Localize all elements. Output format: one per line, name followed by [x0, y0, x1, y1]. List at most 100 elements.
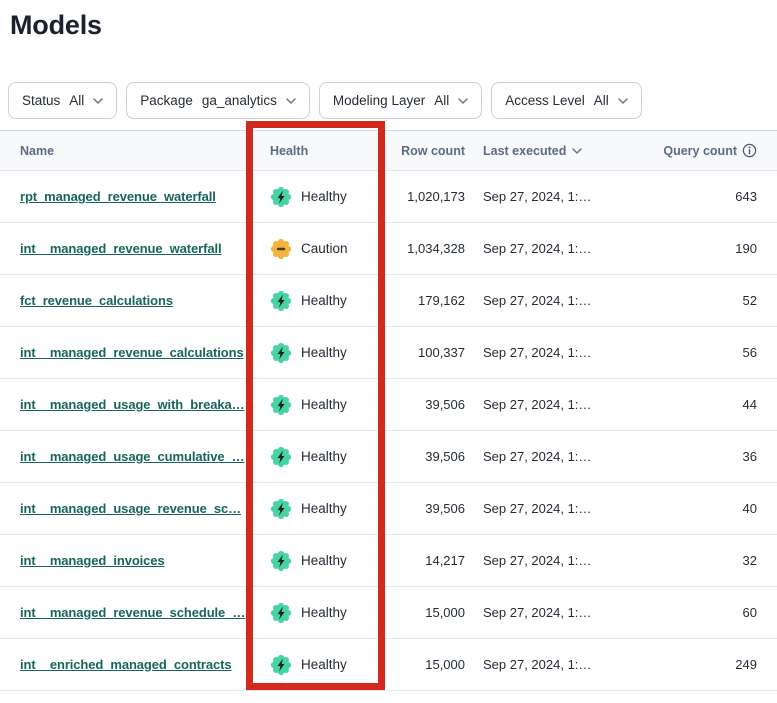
health-badge-icon — [270, 394, 292, 416]
health-label: Healthy — [301, 553, 347, 568]
chevron-down-icon — [618, 98, 628, 104]
query-count-cell: 190 — [640, 241, 777, 256]
health-badge-icon — [270, 446, 292, 468]
model-name-cell: int__managed_invoices — [0, 553, 247, 568]
table-row: int__managed_usage_cumulative_… Healthy … — [0, 431, 777, 483]
health-cell: Healthy — [247, 186, 385, 208]
model-name-cell: int__enriched_managed_contracts — [0, 657, 247, 672]
last-executed-cell: Sep 27, 2024, 1:… — [470, 397, 640, 412]
column-header-query-count-label: Query count — [663, 144, 737, 158]
last-executed-cell: Sep 27, 2024, 1:… — [470, 657, 640, 672]
column-header-last-executed-label: Last executed — [483, 144, 566, 158]
column-header-row-count: Row count — [385, 144, 470, 158]
filter-label: Modeling Layer — [333, 93, 425, 108]
health-cell: Healthy — [247, 290, 385, 312]
row-count-cell: 39,506 — [385, 397, 470, 412]
model-name-link[interactable]: int__managed_revenue_calculations — [20, 345, 244, 360]
health-cell: Healthy — [247, 394, 385, 416]
health-cell: Healthy — [247, 446, 385, 468]
last-executed-cell: Sep 27, 2024, 1:… — [470, 605, 640, 620]
health-label: Healthy — [301, 293, 347, 308]
health-cell: Healthy — [247, 654, 385, 676]
health-label: Caution — [301, 241, 348, 256]
table-body: rpt_managed_revenue_waterfall Healthy 1,… — [0, 171, 777, 691]
table-row: int__managed_revenue_waterfall Caution 1… — [0, 223, 777, 275]
model-name-link[interactable]: int__managed_usage_with_breaka… — [20, 397, 245, 412]
model-name-cell: int__managed_usage_revenue_sc… — [0, 501, 247, 516]
row-count-cell: 1,034,328 — [385, 241, 470, 256]
last-executed-cell: Sep 27, 2024, 1:… — [470, 189, 640, 204]
health-cell: Caution — [247, 238, 385, 260]
column-header-name: Name — [0, 144, 247, 158]
sort-chevron-down-icon — [572, 148, 582, 154]
model-name-link[interactable]: int__managed_usage_revenue_sc… — [20, 501, 241, 516]
filter-value: All — [594, 93, 609, 108]
models-page: Models Status All Package ga_analytics M… — [0, 0, 777, 703]
filter-pill[interactable]: Access Level All — [491, 82, 642, 119]
last-executed-cell: Sep 27, 2024, 1:… — [470, 501, 640, 516]
column-header-query-count: Query count — [640, 143, 777, 158]
filter-pill[interactable]: Package ga_analytics — [126, 82, 310, 119]
row-count-cell: 15,000 — [385, 657, 470, 672]
model-name-cell: int__managed_revenue_schedule_… — [0, 605, 247, 620]
filter-label: Access Level — [505, 93, 585, 108]
health-label: Healthy — [301, 189, 347, 204]
row-count-cell: 39,506 — [385, 501, 470, 516]
model-name-link[interactable]: fct_revenue_calculations — [20, 293, 173, 308]
models-table: Name Health Row count Last executed Quer… — [0, 130, 777, 691]
filter-label: Package — [140, 93, 193, 108]
query-count-cell: 36 — [640, 449, 777, 464]
chevron-down-icon — [286, 98, 296, 104]
model-name-link[interactable]: int__managed_usage_cumulative_… — [20, 449, 245, 464]
model-name-link[interactable]: int__enriched_managed_contracts — [20, 657, 231, 672]
filter-value: All — [434, 93, 449, 108]
health-badge-icon — [270, 290, 292, 312]
model-name-link[interactable]: int__managed_invoices — [20, 553, 165, 568]
row-count-cell: 15,000 — [385, 605, 470, 620]
chevron-down-icon — [93, 98, 103, 104]
row-count-cell: 1,020,173 — [385, 189, 470, 204]
last-executed-cell: Sep 27, 2024, 1:… — [470, 345, 640, 360]
row-count-cell: 179,162 — [385, 293, 470, 308]
query-count-cell: 643 — [640, 189, 777, 204]
health-cell: Healthy — [247, 498, 385, 520]
model-name-link[interactable]: int__managed_revenue_waterfall — [20, 241, 221, 256]
model-name-link[interactable]: rpt_managed_revenue_waterfall — [20, 189, 216, 204]
chevron-down-icon — [458, 98, 468, 104]
last-executed-cell: Sep 27, 2024, 1:… — [470, 553, 640, 568]
health-label: Healthy — [301, 449, 347, 464]
health-badge-icon — [270, 654, 292, 676]
query-count-cell: 52 — [640, 293, 777, 308]
filter-bar: Status All Package ga_analytics Modeling… — [8, 82, 777, 119]
filter-pill[interactable]: Status All — [8, 82, 117, 119]
filter-pill[interactable]: Modeling Layer All — [319, 82, 482, 119]
row-count-cell: 100,337 — [385, 345, 470, 360]
health-badge-icon — [270, 238, 292, 260]
table-row: fct_revenue_calculations Healthy 179,162… — [0, 275, 777, 327]
health-badge-icon — [270, 186, 292, 208]
health-label: Healthy — [301, 345, 347, 360]
health-cell: Healthy — [247, 550, 385, 572]
last-executed-cell: Sep 27, 2024, 1:… — [470, 449, 640, 464]
query-count-cell: 60 — [640, 605, 777, 620]
table-row: int__managed_revenue_schedule_… Healthy … — [0, 587, 777, 639]
model-name-link[interactable]: int__managed_revenue_schedule_… — [20, 605, 245, 620]
table-row: int__managed_usage_revenue_sc… Healthy 3… — [0, 483, 777, 535]
page-title: Models — [10, 10, 777, 41]
health-badge-icon — [270, 498, 292, 520]
query-count-cell: 249 — [640, 657, 777, 672]
health-label: Healthy — [301, 657, 347, 672]
info-icon[interactable] — [742, 143, 757, 158]
filter-value: All — [69, 93, 84, 108]
model-name-cell: int__managed_revenue_waterfall — [0, 241, 247, 256]
health-dash-icon — [277, 247, 285, 250]
row-count-cell: 39,506 — [385, 449, 470, 464]
health-badge-icon — [270, 550, 292, 572]
health-badge-icon — [270, 602, 292, 624]
query-count-cell: 40 — [640, 501, 777, 516]
last-executed-cell: Sep 27, 2024, 1:… — [470, 293, 640, 308]
column-header-last-executed[interactable]: Last executed — [470, 144, 640, 158]
row-count-cell: 14,217 — [385, 553, 470, 568]
table-row: int__enriched_managed_contracts Healthy … — [0, 639, 777, 691]
table-row: int__managed_invoices Healthy 14,217 Sep… — [0, 535, 777, 587]
